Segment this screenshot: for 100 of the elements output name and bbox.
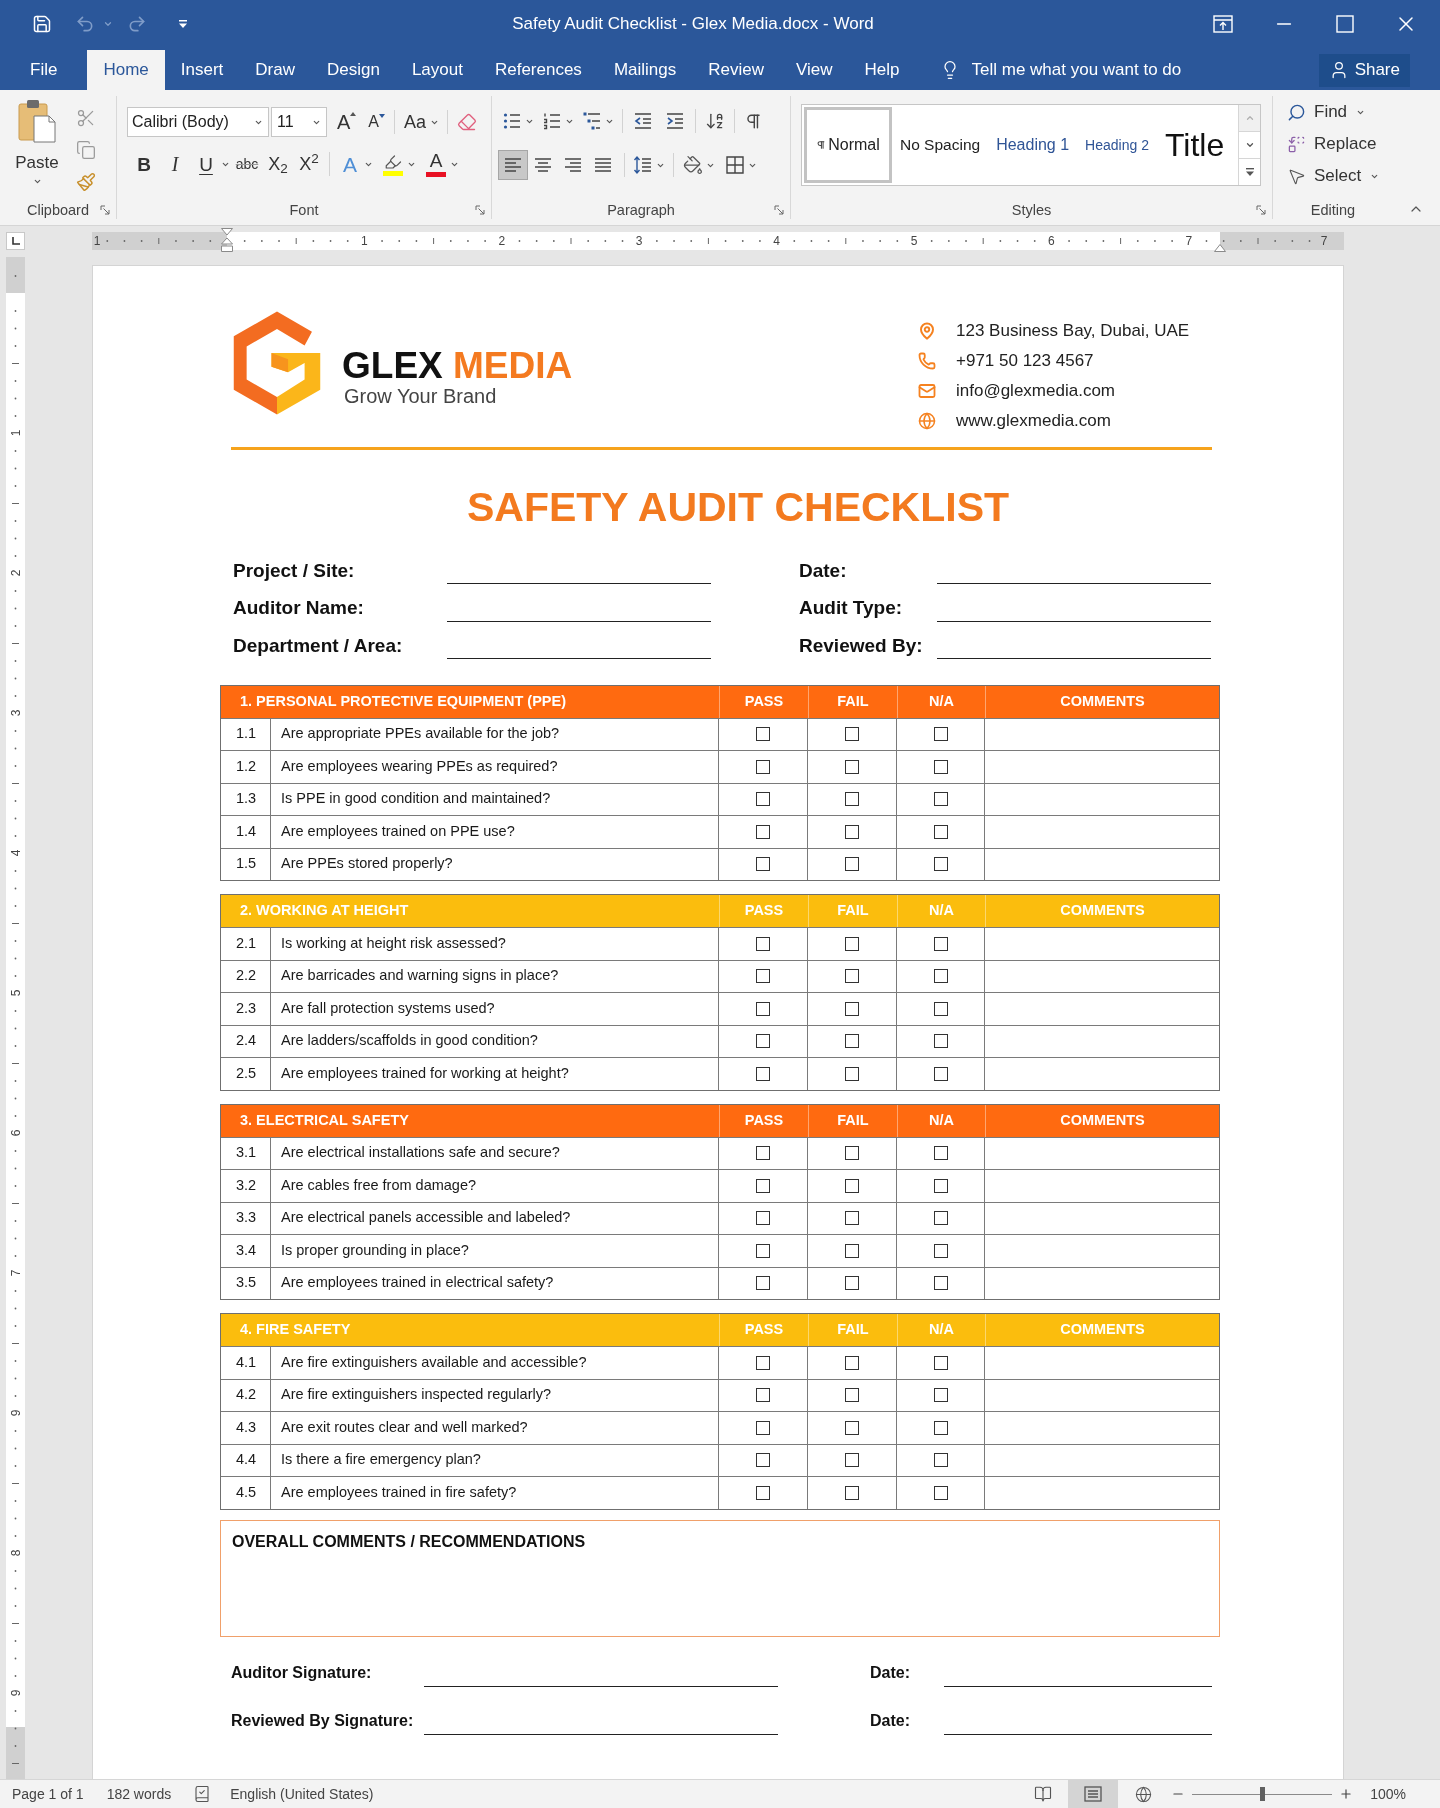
checkbox[interactable] — [933, 1453, 948, 1468]
checkbox[interactable] — [756, 759, 770, 774]
dialog-launcher-icon[interactable] — [774, 205, 784, 215]
ribbon-tab[interactable]: File — [14, 50, 74, 90]
eraser-icon[interactable] — [457, 112, 478, 132]
checkbox[interactable] — [756, 1420, 770, 1435]
more-styles-icon[interactable] — [1244, 167, 1255, 177]
zoom-in-icon[interactable] — [1339, 1787, 1354, 1801]
paint-bucket-icon[interactable] — [683, 155, 703, 175]
ribbon-tab[interactable]: View — [780, 50, 849, 90]
checkbox[interactable] — [756, 792, 770, 807]
ribbon-tab[interactable]: Design — [310, 50, 396, 90]
checkbox[interactable] — [845, 727, 859, 742]
checkbox[interactable] — [845, 1388, 859, 1403]
checkbox[interactable] — [933, 1178, 948, 1193]
style-item[interactable]: Heading 2 — [1077, 107, 1157, 183]
checkbox[interactable] — [845, 857, 859, 872]
ribbon-tab[interactable]: Home — [87, 50, 165, 90]
style-item[interactable]: No Spacing — [892, 107, 989, 183]
italic-button[interactable]: I — [161, 150, 189, 178]
checkbox[interactable] — [845, 824, 859, 839]
share-button[interactable]: Share — [1318, 53, 1410, 87]
checkbox[interactable] — [933, 1211, 948, 1226]
line-spacing-icon[interactable] — [633, 155, 653, 175]
checkbox[interactable] — [756, 1388, 770, 1403]
dialog-launcher-icon[interactable] — [475, 205, 485, 215]
checkbox[interactable] — [845, 1485, 859, 1500]
checkbox[interactable] — [845, 1453, 859, 1468]
underline-button[interactable]: U — [192, 150, 220, 178]
checkbox[interactable] — [933, 759, 948, 774]
increase-indent-icon[interactable] — [665, 111, 685, 131]
checkbox[interactable] — [845, 1066, 859, 1081]
ribbon-tab[interactable]: Review — [692, 50, 780, 90]
decrease-indent-icon[interactable] — [633, 111, 653, 131]
checkbox[interactable] — [845, 759, 859, 774]
zoom-slider[interactable] — [1192, 1787, 1333, 1801]
checkbox[interactable] — [845, 1243, 859, 1258]
tell-me-field[interactable]: Tell me what you want to do — [971, 57, 1222, 83]
grow-font-button[interactable]: A — [337, 112, 357, 132]
checkbox[interactable] — [933, 824, 948, 839]
replace-button[interactable]: Replace — [1287, 131, 1377, 157]
checkbox[interactable] — [933, 1420, 948, 1435]
font-name-combobox[interactable]: Calibri (Body) — [127, 107, 269, 137]
dropdown-caret-icon[interactable] — [32, 177, 42, 186]
language-label[interactable]: English (United States) — [230, 1783, 374, 1805]
checkbox[interactable] — [756, 1355, 770, 1370]
font-color-button[interactable]: A — [424, 150, 448, 178]
checkbox[interactable] — [933, 1034, 948, 1049]
checkbox[interactable] — [756, 1243, 770, 1258]
borders-grid-icon[interactable] — [725, 155, 745, 175]
ribbon-tab[interactable]: Help — [848, 50, 916, 90]
ribbon-tab[interactable]: References — [478, 50, 598, 90]
checkbox[interactable] — [933, 792, 948, 807]
sort-icon[interactable] — [705, 111, 725, 131]
checkbox[interactable] — [933, 1001, 948, 1016]
undo-icon[interactable] — [75, 14, 95, 34]
dialog-launcher-icon[interactable] — [1256, 205, 1266, 215]
proofing-icon[interactable] — [193, 1785, 212, 1803]
checkbox[interactable] — [845, 792, 859, 807]
tab-selector[interactable] — [6, 231, 25, 250]
checkbox[interactable] — [845, 1001, 859, 1016]
checkbox[interactable] — [845, 1211, 859, 1226]
checkbox[interactable] — [756, 1485, 770, 1500]
checkbox[interactable] — [756, 1146, 770, 1161]
dialog-launcher-icon[interactable] — [100, 205, 110, 215]
paste-button[interactable]: Paste — [12, 98, 62, 192]
customize-menu-icon[interactable] — [178, 19, 188, 29]
word-count[interactable]: 182 words — [106, 1783, 172, 1805]
checkbox[interactable] — [933, 1388, 948, 1403]
scissors-icon[interactable] — [76, 108, 96, 128]
checkbox[interactable] — [845, 1420, 859, 1435]
view-button[interactable] — [1068, 1780, 1119, 1808]
checkbox[interactable] — [845, 1178, 859, 1193]
multilevel-list-icon[interactable] — [582, 111, 602, 131]
maximize-icon[interactable] — [1335, 15, 1354, 33]
zoom-percent[interactable]: 100% — [1370, 1783, 1406, 1805]
paintbrush-icon[interactable] — [76, 172, 96, 192]
scroll-down-icon[interactable] — [1244, 140, 1255, 150]
bulleted-list-icon[interactable] — [502, 111, 522, 131]
shrink-font-button[interactable]: A — [368, 114, 385, 130]
ribbon-tab[interactable]: Insert — [164, 50, 240, 90]
save-icon[interactable] — [32, 14, 52, 34]
checkbox[interactable] — [933, 969, 948, 984]
copy-icon[interactable] — [76, 140, 96, 160]
find-button[interactable]: Find — [1287, 99, 1348, 125]
checkbox[interactable] — [756, 969, 770, 984]
checkbox[interactable] — [756, 727, 770, 742]
checkbox[interactable] — [933, 936, 948, 951]
checkbox[interactable] — [933, 857, 948, 872]
numbered-list-icon[interactable] — [542, 111, 562, 131]
pilcrow-icon[interactable] — [744, 111, 763, 131]
indent-marker-icon[interactable] — [221, 227, 233, 252]
checkbox[interactable] — [933, 1243, 948, 1258]
checkbox[interactable] — [933, 1485, 948, 1500]
ribbon-tab[interactable]: Mailings — [597, 50, 693, 90]
checkbox[interactable] — [756, 1001, 770, 1016]
ribbon-tab[interactable]: Layout — [395, 50, 479, 90]
checkbox[interactable] — [756, 1276, 770, 1291]
font-size-combobox[interactable]: 11 — [271, 107, 327, 137]
checkbox[interactable] — [933, 1066, 948, 1081]
